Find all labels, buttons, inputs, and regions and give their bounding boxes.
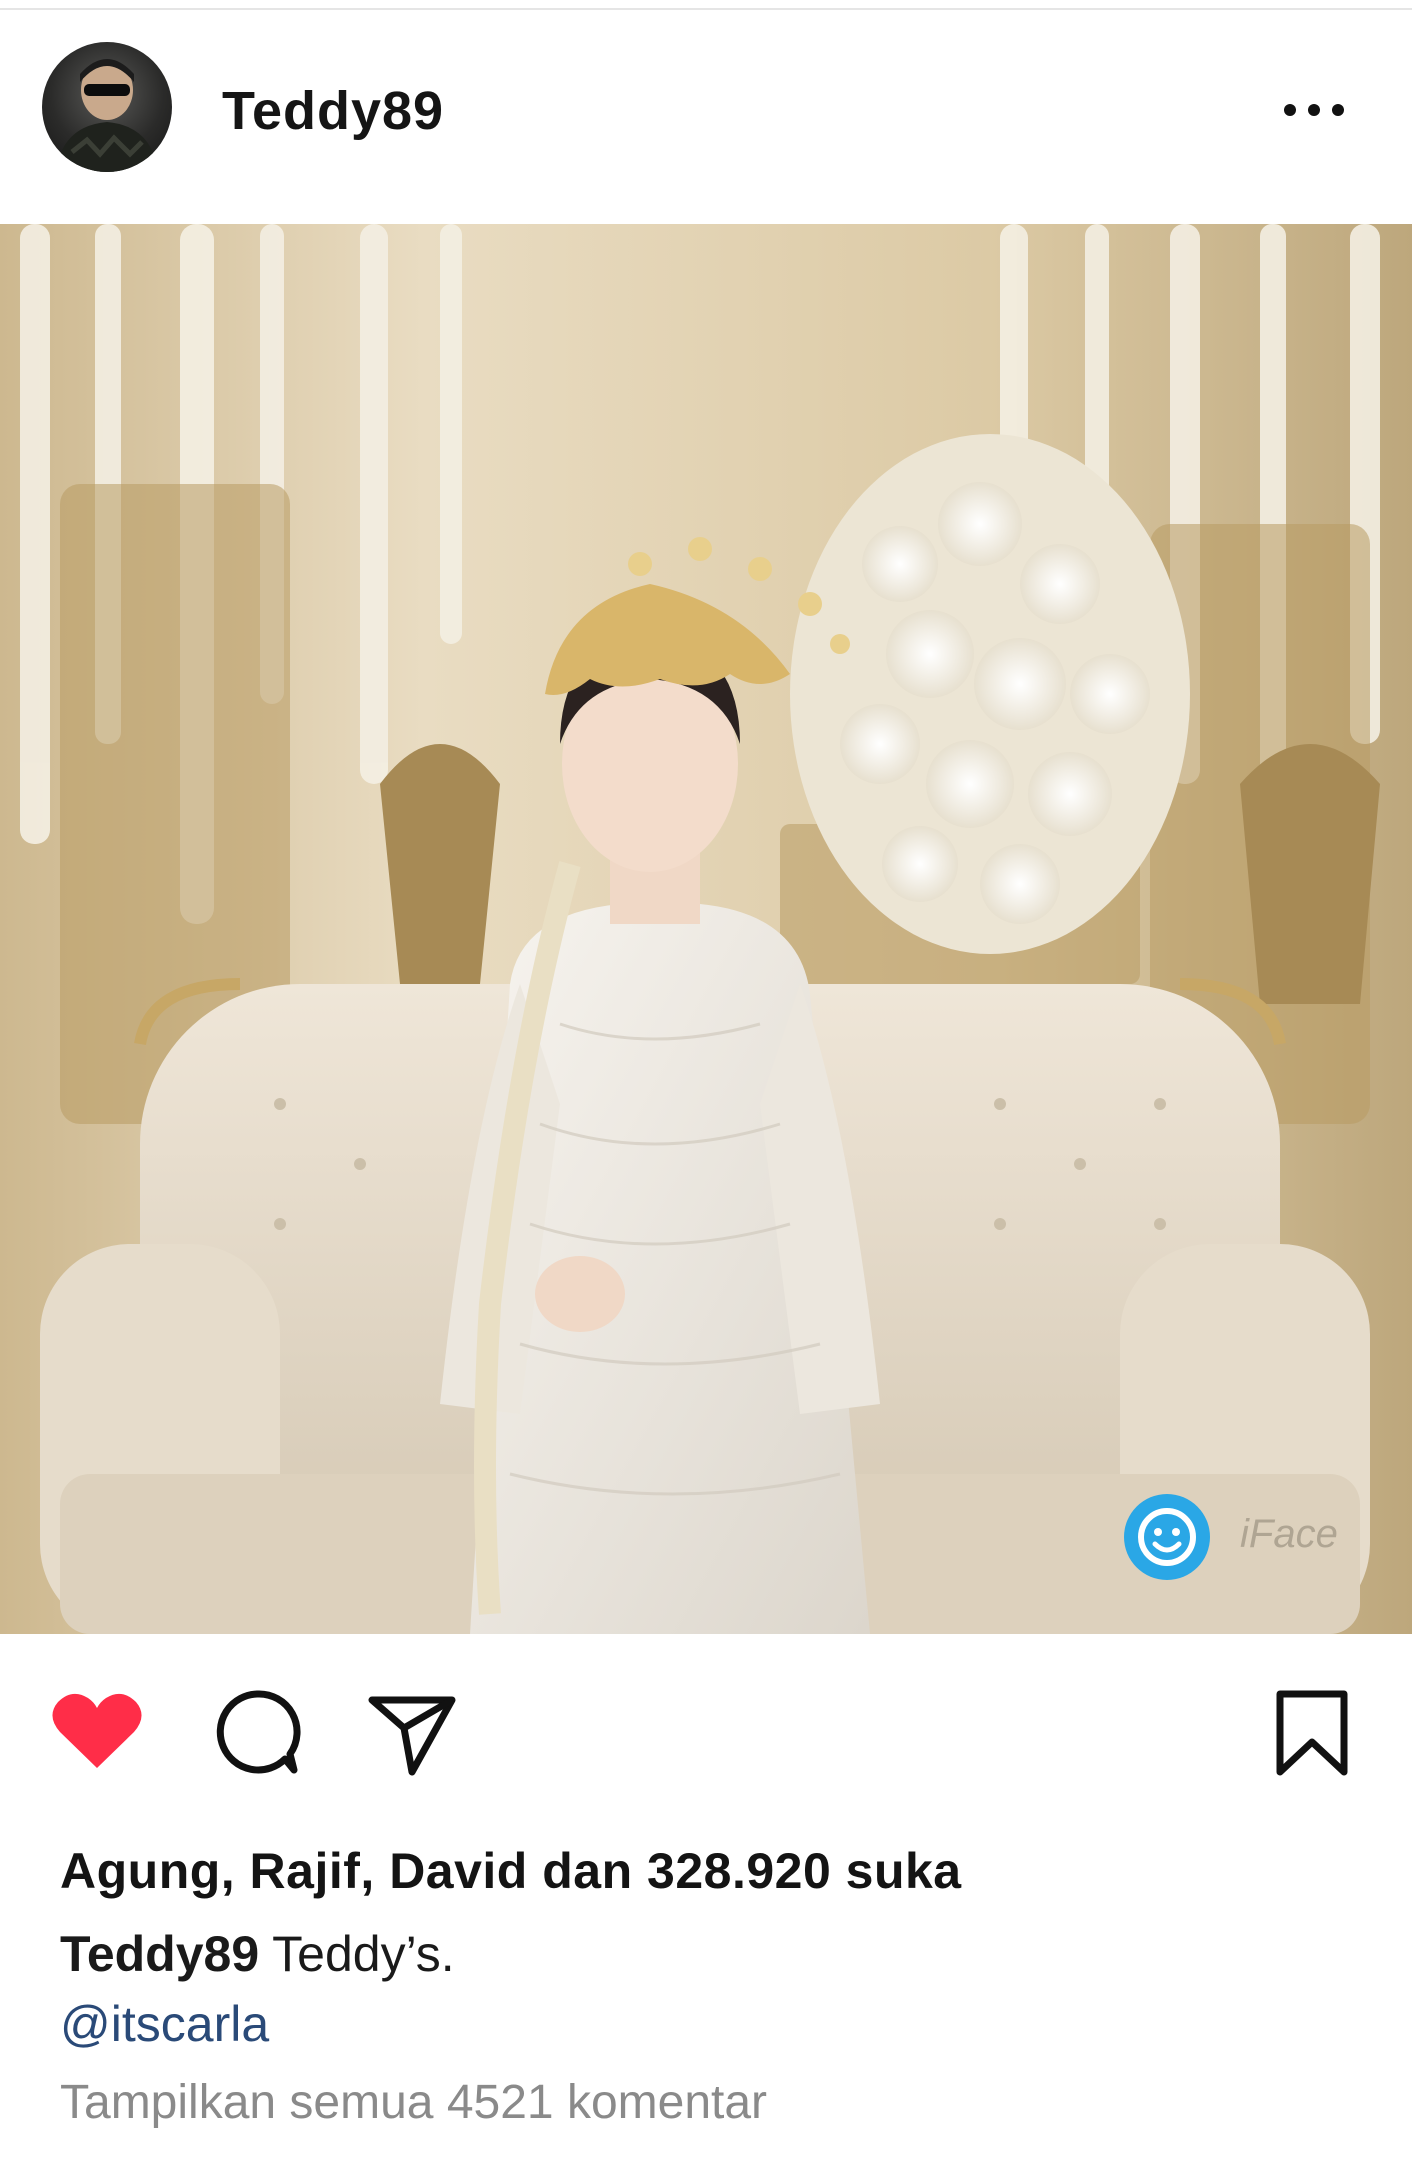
photo-watermark: iFace	[1240, 1512, 1338, 1556]
send-icon[interactable]	[368, 1694, 458, 1783]
heart-filled-icon[interactable]	[50, 1688, 144, 1777]
caption-text: Teddy’s.	[259, 1926, 455, 1982]
avatar[interactable]	[42, 42, 172, 172]
more-horizontal-icon	[1284, 104, 1296, 116]
post-header: Teddy89	[0, 12, 1412, 222]
smiley-face-icon[interactable]	[1124, 1494, 1210, 1580]
comment-icon[interactable]	[212, 1688, 302, 1783]
post-caption: Teddy89 Teddy’s.	[60, 1925, 455, 1983]
caption-username[interactable]: Teddy89	[60, 1926, 259, 1982]
post-actions-bar	[0, 1650, 1412, 1800]
more-options-button[interactable]	[1270, 90, 1360, 130]
top-divider	[0, 8, 1412, 10]
mention-link[interactable]: @itscarla	[60, 1995, 269, 2053]
post-photo[interactable]	[0, 224, 1412, 1634]
post-username[interactable]: Teddy89	[222, 80, 444, 142]
likes-count[interactable]: Agung, Rajif, David dan 328.920 suka	[60, 1842, 962, 1900]
view-all-comments-link[interactable]: Tampilkan semua 4521 komentar	[60, 2075, 767, 2130]
bookmark-icon[interactable]	[1272, 1688, 1352, 1783]
